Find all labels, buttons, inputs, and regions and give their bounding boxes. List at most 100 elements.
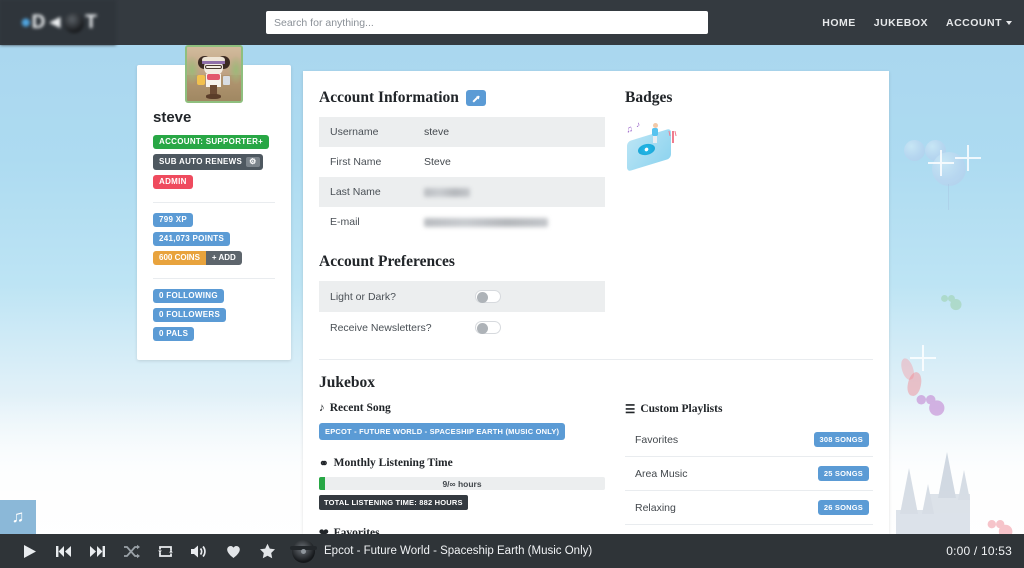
divider [153,202,275,203]
playlist-row[interactable]: Favorites 308 SONGS [625,423,873,456]
newsletter-toggle[interactable] [475,321,501,334]
account-information-table: Username steve First Name Steve Last Nam… [319,117,605,237]
repeat-icon [157,545,173,557]
playlist-song-count: 26 SONGS [817,500,869,515]
shuffle-icon [123,544,140,558]
skip-back-icon [55,545,71,557]
divider [153,278,275,279]
playlist-row[interactable]: Merry and Bright 3 SONGS [625,524,873,534]
account-column: Account Information Username steve First… [319,89,605,343]
playlist-song-count: 308 SONGS [813,432,869,447]
star-icon [259,543,275,559]
row-key: Username [330,126,379,138]
badge-pals[interactable]: 0 PALS [153,327,195,341]
music-note-icon: ♪ [319,402,325,414]
account-information-title-text: Account Information [319,89,459,106]
star-button[interactable] [250,534,284,568]
music-note-icon: ♫ [11,507,25,526]
row-key: First Name [330,156,382,168]
preference-label: Receive Newsletters? [330,321,432,334]
total-listening-time-tag: TOTAL LISTENING TIME: 882 HOURS [319,495,468,510]
now-playing-title: Epcot - Future World - Spaceship Earth (… [324,545,593,557]
custom-playlists-column: ☰ Custom Playlists Favorites 308 SONGS A… [625,402,873,534]
coins-label: 600 COINS [153,251,206,265]
recent-song-heading: ♪ Recent Song [319,402,605,414]
volume-icon [191,545,206,557]
next-button[interactable] [80,534,114,568]
play-button[interactable] [12,534,46,568]
monthly-listening-heading: ⚭ Monthly Listening Time [319,456,605,470]
profile-social: 0 FOLLOWING 0 FOLLOWERS 0 PALS [153,289,275,346]
nav-account[interactable]: ACCOUNT [946,17,1012,29]
theme-toggle[interactable] [475,290,501,303]
jukebox-title-text: Jukebox [319,374,375,391]
account-preferences-title: Account Preferences [319,253,605,271]
badge-points[interactable]: 241,073 POINTS [153,232,231,246]
playlist-name: Relaxing [635,501,676,514]
volume-button[interactable] [182,534,216,568]
repeat-button[interactable] [148,534,182,568]
main-content-panel: Account Information Username steve First… [303,71,889,534]
badges-title-text: Badges [625,89,673,106]
account-information-title: Account Information [319,89,605,107]
sparkle-icon [910,345,936,371]
row-value: steve [424,126,450,138]
chevron-down-icon [1006,20,1012,25]
balloon [898,356,917,382]
search-input[interactable] [266,11,708,34]
music-tab-button[interactable]: ♫ [0,500,36,534]
badges-column: Badges ♫ ♪ [625,89,873,343]
nav-home[interactable]: HOME [822,17,856,29]
badge-sub-label: SUB AUTO RENEWS [159,157,243,166]
badge-sub-auto-renews[interactable]: SUB AUTO RENEWS ⚙ [153,154,263,170]
dj-turntable-badge[interactable]: ♫ ♪ [625,120,677,172]
edit-account-button[interactable] [465,90,486,106]
nav-jukebox[interactable]: JUKEBOX [874,17,928,29]
playlist-song-count: 25 SONGS [817,466,869,481]
avatar[interactable] [185,45,243,103]
nav-links: HOME JUKEBOX ACCOUNT [822,17,1012,29]
favorites-heading-text: Favorites [333,527,380,534]
heart-icon [226,545,240,558]
row-value: Steve [424,156,451,168]
badge-followers[interactable]: 0 FOLLOWERS [153,308,227,322]
badges-title: Badges [625,89,873,107]
jukebox-stats-column: ♪ Recent Song EPCOT - FUTURE WORLD - SPA… [319,402,605,534]
top-navbar: ● D ◄ T HOME JUKEBOX ACCOUNT [0,0,1024,45]
table-row: First Name Steve [319,147,605,177]
favorite-button[interactable] [216,534,250,568]
player-bar: Epcot - Future World - Spaceship Earth (… [0,534,1024,568]
brand-logo[interactable]: ● D ◄ T [0,0,116,45]
recent-song-heading-text: Recent Song [329,402,391,414]
profile-card: steve ACCOUNT: SUPPORTER+ SUB AUTO RENEW… [137,45,291,360]
list-icon: ☰ [625,404,636,416]
add-coins-button[interactable]: + ADD [205,251,242,265]
jukebox-title: Jukebox [319,374,873,392]
music-note-icon: ♪ [636,120,640,129]
now-playing: Epcot - Future World - Spaceship Earth (… [290,539,593,563]
custom-playlists-heading-text: Custom Playlists [640,403,723,415]
gear-icon[interactable]: ⚙ [246,157,260,167]
profile-stats: 799 XP 241,073 POINTS 600 COINS + ADD [153,213,275,270]
previous-button[interactable] [46,534,80,568]
sparkle-icon [928,150,954,176]
top-columns: Account Information Username steve First… [319,89,873,343]
badge-xp[interactable]: 799 XP [153,213,194,227]
monthly-listening-progress-label: 9/∞ hours [442,478,482,489]
favorites-heading: ❤ Favorites [319,526,605,534]
badge-following[interactable]: 0 FOLLOWING [153,289,224,303]
playlist-row[interactable]: Area Music 25 SONGS [625,456,873,490]
playlist-row[interactable]: Relaxing 26 SONGS [625,490,873,524]
profile-username: steve [153,109,192,126]
play-icon [23,544,36,558]
recent-song-pill[interactable]: EPCOT - FUTURE WORLD - SPACESHIP EARTH (… [319,423,566,440]
monthly-listening-heading-text: Monthly Listening Time [333,457,453,469]
monthly-listening-progress: 9/∞ hours [319,477,605,490]
balloon [905,370,924,398]
shuffle-button[interactable] [114,534,148,568]
preference-row-theme: Light or Dark? [319,281,605,312]
badge-coins[interactable]: 600 COINS + ADD [153,251,242,265]
nav-account-label: ACCOUNT [946,16,1002,29]
playlist-name: Area Music [635,467,688,480]
headphones-icon [290,539,317,563]
